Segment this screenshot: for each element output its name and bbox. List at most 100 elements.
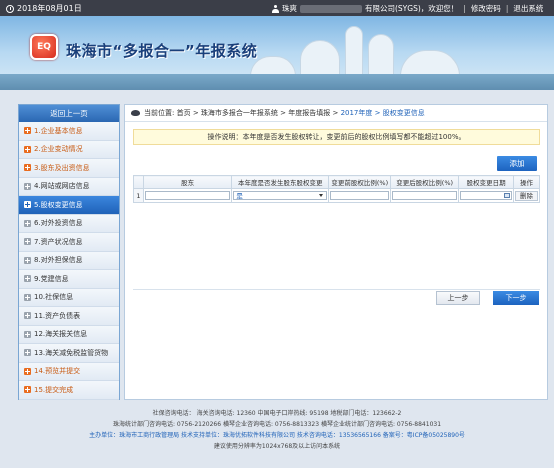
sidebar-item-label: 12.海关报关信息: [34, 330, 88, 339]
footer-line-1: 社保咨询电话： 海关咨询电话: 12360 中国电子口岸热线: 95198 地税…: [152, 410, 402, 417]
sidebar-item-label: 3.股东及出资信息: [34, 163, 90, 172]
logout-link[interactable]: 退出系统: [513, 3, 543, 14]
column-header: 股东: [142, 175, 233, 189]
column-header: 股权变更日期: [458, 175, 515, 189]
shareholder-input[interactable]: [144, 191, 231, 200]
breadcrumb-path: 首页 > 珠海市多报合一年报系统 > 年度报告填报 >: [176, 109, 339, 117]
sidebar-item[interactable]: 5.股权变更信息: [19, 196, 119, 215]
user-prefix: 珠爽: [282, 4, 297, 13]
footer-line-2: 珠海统计部门咨询电话: 0756-2120266 横琴企业咨询电话: 0756-…: [112, 421, 442, 428]
sidebar-item-label: 2.企业变动情况: [34, 145, 83, 154]
sidebar-item-label: 14.预览并提交: [34, 367, 81, 376]
redacted-name: [300, 4, 362, 13]
user-company: 有限公司(SYGS)，欢迎您！: [365, 4, 459, 13]
ratio-before-input[interactable]: [330, 191, 390, 200]
change-date-input[interactable]: [460, 191, 513, 200]
expand-icon: [24, 330, 31, 338]
sidebar-item-label: 7.资产状况信息: [34, 237, 83, 246]
sidebar-item-label: 13.海关减免税监管货物: [34, 348, 109, 357]
add-button[interactable]: 添加: [497, 156, 537, 171]
sidebar: 返回上一页 1.企业基本信息 2.企业变动情况 3.股东及出资信息 4.网站或网店信息…: [18, 104, 120, 400]
expand-icon: [24, 293, 31, 301]
expand-icon: [24, 312, 31, 320]
plus-icon: [24, 127, 31, 135]
column-header: 变更前股权比例(%): [328, 175, 392, 189]
sidebar-list: 1.企业基本信息 2.企业变动情况 3.股东及出资信息 4.网站或网店信息 5.股权变更…: [19, 122, 119, 400]
plus-icon: [24, 386, 31, 394]
sidebar-item[interactable]: 14.预览并提交: [19, 362, 119, 381]
sidebar-item-label: 15.提交完成: [34, 385, 74, 394]
date-text: 2018年08月01日: [17, 4, 82, 13]
sidebar-item[interactable]: 3.股东及出资信息: [19, 159, 119, 178]
system-title: 珠海市“多报合一”年报系统: [66, 42, 258, 60]
sidebar-item-label: 8.对外担保信息: [34, 256, 83, 265]
sidebar-item-label: 4.网站或网店信息: [34, 182, 90, 191]
plus-icon: [24, 145, 31, 153]
back-button[interactable]: 返回上一页: [19, 105, 119, 122]
sidebar-item-label: 9.党建信息: [34, 274, 69, 283]
equity-change-table: 股东 本年度是否发生股东股权变更 变更前股权比例(%) 变更后股权比例(%) 股权变更日…: [133, 175, 540, 203]
expand-icon: [24, 275, 31, 283]
sidebar-item[interactable]: 6.对外投资信息: [19, 214, 119, 233]
row-number: 1: [133, 188, 144, 203]
footer-line-3: 主办单位：珠海市工商行政管理局 技术支持单位：珠海优拓软件科技有限公司 技术咨询…: [89, 432, 465, 439]
sidebar-item[interactable]: 12.海关报关信息: [19, 325, 119, 344]
building-shape: [300, 40, 340, 76]
table-header-row: 股东 本年度是否发生股东股权变更 变更前股权比例(%) 变更后股权比例(%) 股权变更日…: [133, 175, 540, 189]
sidebar-item-label: 11.资产负债表: [34, 311, 81, 320]
prev-step-button[interactable]: 上一步: [436, 291, 480, 305]
calendar-icon[interactable]: [504, 193, 511, 198]
breadcrumb-current: 2017年度 > 股权变更信息: [340, 109, 425, 117]
column-header: 本年度是否发生股东股权变更: [231, 175, 330, 189]
plus-icon: [24, 164, 31, 172]
sidebar-item[interactable]: 10.社保信息: [19, 288, 119, 307]
column-header: 变更后股权比例(%): [390, 175, 460, 189]
header-banner: EQ 珠海市“多报合一”年报系统: [0, 16, 554, 90]
top-bar: 2018年08月01日 珠爽 有限公司(SYGS)，欢迎您！ | 修改密码 | …: [0, 0, 554, 16]
sea-strip: [0, 74, 554, 90]
expand-icon: [24, 219, 31, 227]
ratio-after-input[interactable]: [392, 191, 458, 200]
sidebar-item-label: 6.对外投资信息: [34, 219, 83, 228]
clock-icon: [6, 4, 14, 13]
delete-button[interactable]: 删除: [515, 190, 538, 201]
sidebar-item[interactable]: 13.海关减免税监管货物: [19, 344, 119, 363]
building-shape: [345, 26, 363, 76]
date-display: 2018年08月01日: [6, 3, 82, 14]
system-logo: EQ: [30, 34, 58, 60]
user-info: 珠爽 有限公司(SYGS)，欢迎您！ | 修改密码 | 退出系统: [272, 3, 543, 14]
sidebar-item[interactable]: 11.资产负债表: [19, 307, 119, 326]
sidebar-item[interactable]: 8.对外担保信息: [19, 251, 119, 270]
table-row: 1 是 删除: [133, 188, 540, 203]
changed-select[interactable]: 是: [233, 191, 328, 200]
sidebar-item-label: 5.股权变更信息: [34, 200, 83, 209]
sidebar-item[interactable]: 7.资产状况信息: [19, 233, 119, 252]
operation-notice: 操作说明：本年度是否发生股权转让，变更前后的股权比例填写都不能超过100%。: [133, 129, 540, 145]
sidebar-item[interactable]: 15.提交完成: [19, 381, 119, 400]
breadcrumb: 当前位置: 首页 > 珠海市多报合一年报系统 > 年度报告填报 > 2017年度…: [125, 105, 547, 122]
sidebar-item[interactable]: 9.党建信息: [19, 270, 119, 289]
building-shape: [400, 50, 460, 76]
expand-icon: [24, 349, 31, 357]
sidebar-item[interactable]: 1.企业基本信息: [19, 122, 119, 141]
sidebar-item-label: 1.企业基本信息: [34, 126, 83, 135]
footer: 社保咨询电话： 海关咨询电话: 12360 中国电子口岸热线: 95198 地税…: [0, 408, 554, 468]
footer-line-4: 建议使用分辨率为1024x768及以上访问本系统: [213, 443, 341, 450]
column-header: [133, 175, 144, 189]
location-icon: [131, 110, 140, 116]
user-icon: [272, 4, 279, 13]
breadcrumb-prefix: 当前位置:: [144, 109, 175, 117]
change-password-link[interactable]: 修改密码: [471, 3, 501, 14]
expand-icon: [24, 182, 31, 190]
plus-icon: [24, 201, 31, 209]
building-shape: [368, 34, 394, 76]
sidebar-item-label: 10.社保信息: [34, 293, 74, 302]
next-step-button[interactable]: 下一步: [493, 291, 539, 305]
sidebar-item[interactable]: 2.企业变动情况: [19, 140, 119, 159]
plus-icon: [24, 367, 31, 375]
column-header: 操作: [513, 175, 540, 189]
main-panel: 当前位置: 首页 > 珠海市多报合一年报系统 > 年度报告填报 > 2017年度…: [124, 104, 548, 400]
expand-icon: [24, 256, 31, 264]
sidebar-item[interactable]: 4.网站或网店信息: [19, 177, 119, 196]
expand-icon: [24, 238, 31, 246]
